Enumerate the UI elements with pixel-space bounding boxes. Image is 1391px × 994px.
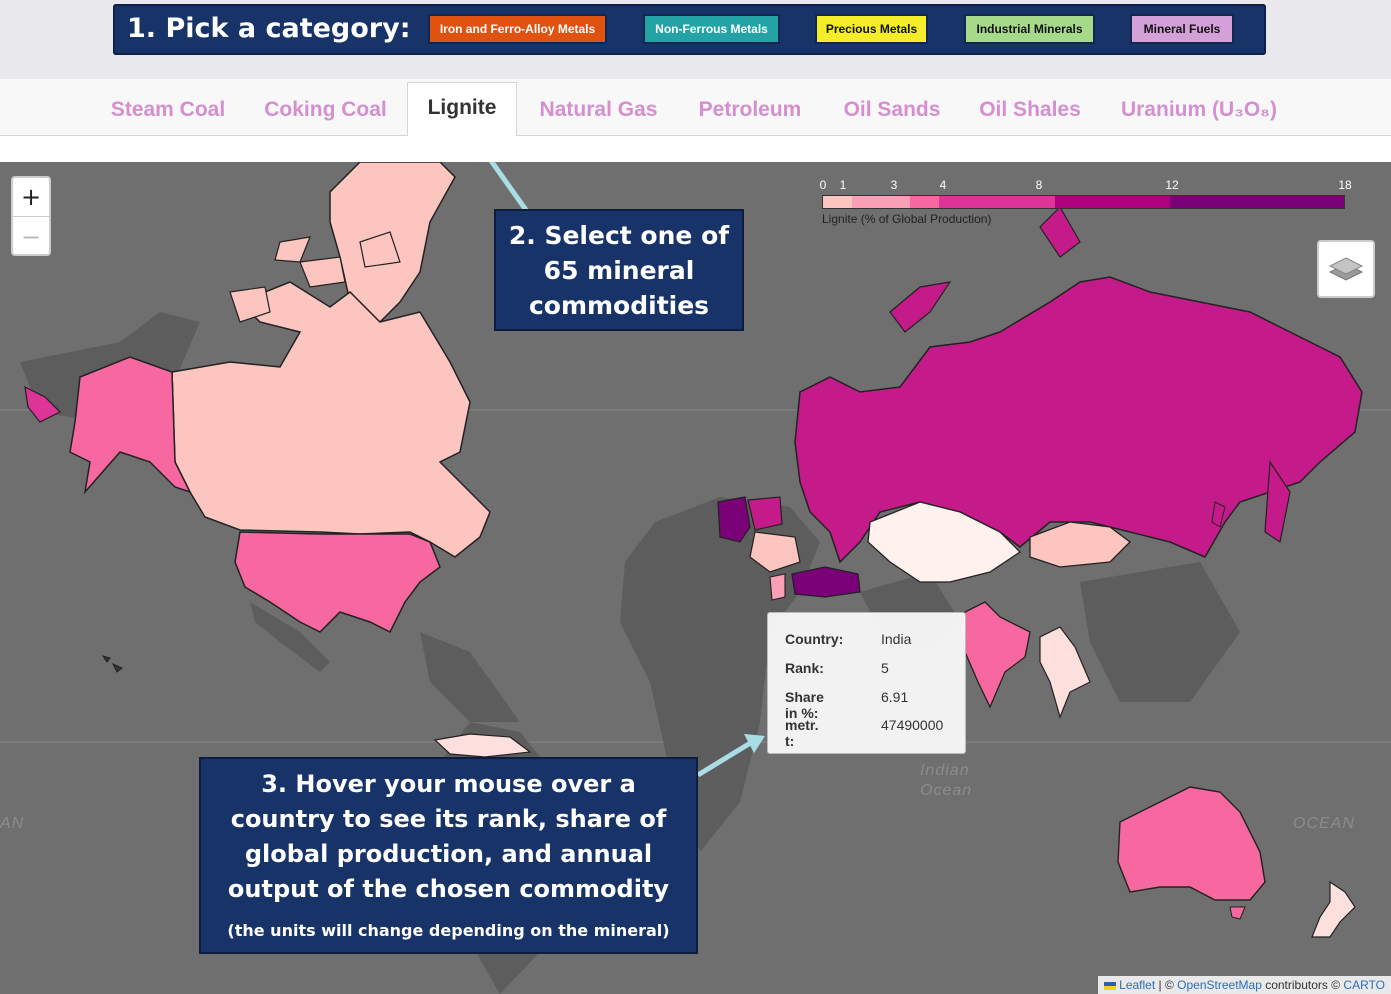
arrow-step2 [488, 162, 529, 212]
ocean-label-right: OCEAN [1293, 815, 1355, 832]
osm-link[interactable]: OpenStreetMap [1177, 978, 1262, 992]
callout-step3-note: (the units will change depending on the … [227, 921, 670, 940]
category-precious-metals-button[interactable]: Precious Metals [815, 14, 928, 44]
tab-oil-shales[interactable]: Oil Shales [972, 88, 1088, 136]
ukraine-flag-icon [1103, 981, 1116, 990]
country-greece[interactable] [769, 573, 786, 601]
ocean-label-left: AN [0, 815, 25, 832]
map-legend: 0 1 3 4 8 12 18 Lignite (% of Global Pro… [818, 176, 1358, 226]
legend-tick-0: 0 [819, 178, 827, 192]
category-industrial-minerals-button[interactable]: Industrial Minerals [964, 14, 1095, 44]
country-new-zealand[interactable] [1311, 880, 1356, 938]
category-prompt: 1. Pick a category: [127, 13, 411, 44]
tab-natural-gas[interactable]: Natural Gas [531, 88, 666, 136]
country-germany[interactable] [717, 496, 751, 543]
legend-tick-18: 18 [1338, 178, 1352, 192]
country-turkey[interactable] [791, 566, 861, 598]
tooltip-country-key: Country: [785, 631, 844, 647]
layers-icon [1328, 257, 1364, 281]
tooltip-country-value: India [881, 631, 912, 647]
legend-tick-3: 3 [890, 178, 898, 192]
tab-steam-coal[interactable]: Steam Coal [103, 88, 233, 136]
tab-lignite[interactable]: Lignite [407, 82, 517, 136]
country-thailand-laos[interactable] [1039, 626, 1091, 719]
country-australia[interactable] [1117, 786, 1266, 901]
category-header: 1. Pick a category: Iron and Ferro-Alloy… [0, 0, 1391, 79]
tab-coking-coal[interactable]: Coking Coal [258, 88, 393, 136]
attribution-sep: | © [1155, 978, 1178, 992]
legend-segment [1170, 196, 1344, 208]
tab-uranium[interactable]: Uranium (U₃O₈) [1112, 88, 1286, 136]
callout-step2: 2. Select one of 65 mineral commodities [494, 209, 744, 331]
tooltip-rank-key: Rank: [785, 660, 824, 676]
zoom-in-button[interactable]: + [13, 178, 49, 217]
legend-segment [1054, 196, 1171, 208]
legend-colorbar [822, 195, 1345, 209]
tooltip-unit-key: metr. t: [785, 717, 819, 749]
country-tasmania[interactable] [1229, 906, 1246, 920]
callout-step2-text: 2. Select one of 65 mineral commodities [508, 221, 730, 320]
commodity-tabs: Steam Coal Coking Coal Lignite Natural G… [0, 79, 1391, 136]
attribution-contrib: contributors © [1261, 978, 1344, 992]
zoom-out-button[interactable]: − [13, 218, 49, 256]
category-mineral-fuels-button[interactable]: Mineral Fuels [1130, 14, 1234, 44]
legend-segment [851, 196, 910, 208]
carto-link[interactable]: CARTO [1343, 978, 1385, 992]
tooltip-output-value: 47490000 [881, 717, 944, 733]
legend-segment [938, 196, 1055, 208]
legend-segment [823, 196, 852, 208]
callout-step3: 3. Hover your mouse over a country to se… [199, 757, 698, 954]
legend-tick-8: 8 [1035, 178, 1043, 192]
tab-petroleum[interactable]: Petroleum [690, 88, 810, 136]
ocean-label-ocean: Ocean [920, 782, 973, 799]
ocean-label-indian: Indian [920, 762, 970, 779]
legend-tick-1: 1 [839, 178, 847, 192]
map-attribution: Leaflet | © OpenStreetMap contributors ©… [1097, 976, 1391, 994]
tooltip-rank-value: 5 [881, 660, 889, 676]
layers-control[interactable] [1317, 240, 1375, 298]
country-hawaii[interactable] [101, 655, 123, 673]
legend-tick-12: 12 [1165, 178, 1179, 192]
country-canada[interactable] [171, 281, 491, 558]
callout-step3-text: 3. Hover your mouse over a country to se… [227, 770, 670, 903]
legend-segment [909, 196, 939, 208]
country-alaska[interactable] [69, 356, 192, 495]
zoom-control: + − [11, 176, 51, 256]
legend-tick-4: 4 [939, 178, 947, 192]
country-india[interactable] [959, 601, 1031, 709]
category-non-ferrous-button[interactable]: Non-Ferrous Metals [643, 14, 780, 44]
category-bar: 1. Pick a category: Iron and Ferro-Alloy… [113, 4, 1266, 55]
world-map[interactable]: Indian Ocean AN OCEAN + − 0 1 3 4 8 12 1… [0, 162, 1391, 994]
tab-oil-sands[interactable]: Oil Sands [836, 88, 948, 136]
spacer [0, 136, 1391, 162]
leaflet-link[interactable]: Leaflet [1119, 978, 1155, 992]
legend-title: Lignite (% of Global Production) [822, 212, 992, 226]
country-tooltip: Country: India Rank: 5 Share in %: 6.91 … [767, 612, 966, 754]
category-iron-ferro-alloy-button[interactable]: Iron and Ferro-Alloy Metals [428, 14, 607, 44]
tooltip-share-value: 6.91 [881, 689, 909, 705]
